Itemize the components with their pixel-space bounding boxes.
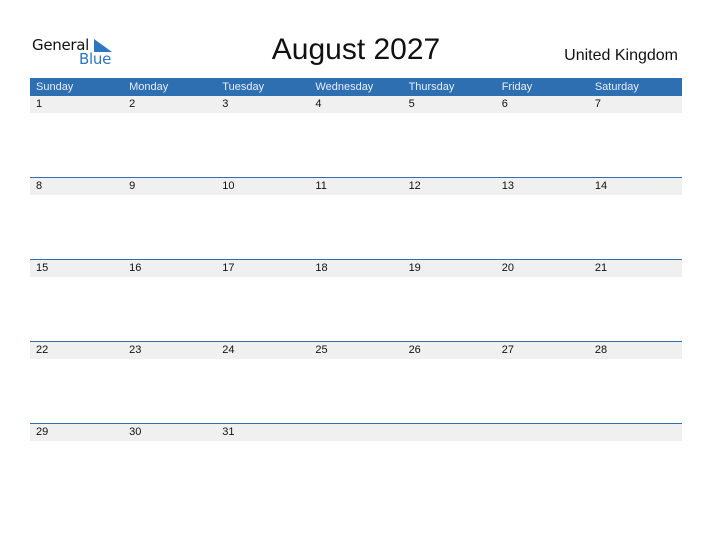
- calendar-grid: Sunday Monday Tuesday Wednesday Thursday…: [30, 78, 682, 505]
- date-strip: 29 30 31: [30, 424, 682, 441]
- day-cell: 20: [501, 262, 514, 274]
- day-cell: 18: [315, 262, 328, 274]
- day-cell: 8: [36, 180, 43, 192]
- day-cell: 23: [129, 344, 142, 356]
- day-cell: 3: [222, 98, 229, 110]
- day-cell: [403, 424, 496, 441]
- day-cell: 30: [129, 426, 142, 438]
- day-cell: 13: [501, 180, 514, 192]
- day-cell: 14: [594, 180, 608, 192]
- day-cell: 19: [408, 262, 421, 274]
- day-cell: 25: [315, 344, 328, 356]
- day-cell: 22: [36, 344, 49, 356]
- date-strip: 22 23 24 25 26 27 28: [30, 342, 682, 359]
- day-cell: 28: [594, 344, 608, 356]
- weekday-friday: Friday: [501, 81, 533, 93]
- week-row: 15 16 17 18 19 20 21: [30, 259, 682, 341]
- weekday-monday: Monday: [129, 81, 169, 93]
- date-strip: 8 9 10 11 12 13 14: [30, 178, 682, 195]
- day-cell: 26: [408, 344, 421, 356]
- week-row: 1 2 3 4 5 6 7: [30, 96, 682, 177]
- day-cell: 6: [501, 98, 508, 110]
- date-strip: 15 16 17 18 19 20 21: [30, 260, 682, 277]
- day-cell: 4: [315, 98, 322, 110]
- weekday-saturday: Saturday: [594, 81, 639, 93]
- day-cell: 5: [408, 98, 415, 110]
- day-cell: 12: [408, 180, 421, 192]
- day-cell: 10: [222, 180, 235, 192]
- day-cell: 16: [129, 262, 142, 274]
- day-cell: 9: [129, 180, 136, 192]
- day-cell: 15: [36, 262, 49, 274]
- weekday-wednesday: Wednesday: [315, 81, 374, 93]
- day-cell: 11: [315, 180, 327, 192]
- date-strip: 1 2 3 4 5 6 7: [30, 96, 682, 113]
- day-cell: 24: [222, 344, 235, 356]
- weekday-header: Sunday Monday Tuesday Wednesday Thursday…: [30, 78, 682, 96]
- day-cell: 27: [501, 344, 514, 356]
- weekday-tuesday: Tuesday: [222, 81, 265, 93]
- weekday-thursday: Thursday: [408, 81, 455, 93]
- day-cell: 29: [36, 426, 49, 438]
- day-cell: 21: [594, 262, 608, 274]
- week-row: 29 30 31: [30, 423, 682, 505]
- day-cell: 2: [129, 98, 136, 110]
- week-row: 22 23 24 25 26 27 28: [30, 341, 682, 423]
- day-cell: 7: [594, 98, 601, 110]
- day-cell: 17: [222, 262, 235, 274]
- week-row: 8 9 10 11 12 13 14: [30, 177, 682, 259]
- day-cell: 31: [222, 426, 235, 438]
- country-label: United Kingdom: [564, 47, 678, 64]
- weekday-sunday: Sunday: [36, 81, 74, 93]
- day-cell: [309, 424, 402, 441]
- day-cell: [589, 424, 682, 441]
- day-cell: 1: [36, 98, 43, 110]
- day-cell: [496, 424, 589, 441]
